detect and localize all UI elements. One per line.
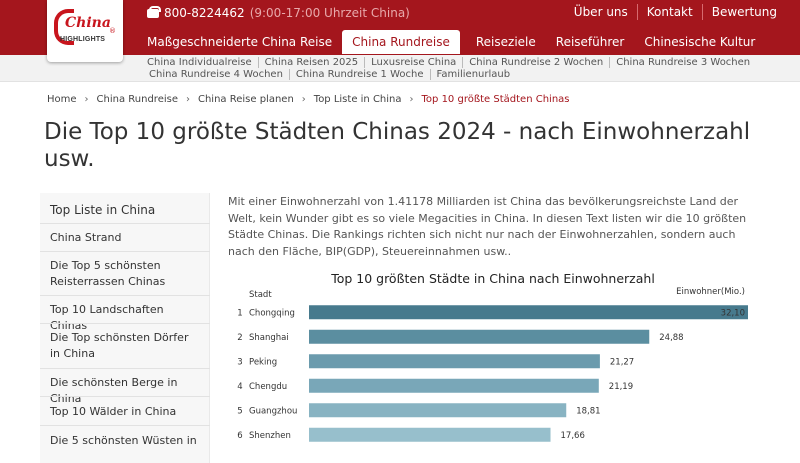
breadcrumb-current: Top 10 größte Städten Chinas — [421, 94, 570, 105]
value-label: 21,19 — [609, 382, 633, 392]
intro-paragraph: Mit einer Einwohnerzahl von 1.41178 Mill… — [228, 195, 747, 258]
subnav-link[interactable]: China Rundreise 4 Wochen — [148, 69, 289, 80]
phone-icon — [147, 5, 161, 18]
breadcrumb: Home › China Rundreise › China Reise pla… — [47, 94, 570, 105]
divider — [40, 323, 210, 324]
bar — [309, 354, 600, 369]
sidebar-item-doerfer[interactable]: Die Top schönsten Dörfer in China — [50, 330, 200, 362]
city-label: Guangzhou — [249, 406, 297, 416]
page-title: Die Top 10 größte Städten Chinas 2024 - … — [44, 119, 751, 172]
chart-svg: Top 10 größten Städte in China nach Einw… — [237, 271, 748, 442]
link-bewertung[interactable]: Bewertung — [701, 4, 786, 20]
city-label: Chengdu — [249, 382, 287, 392]
contact-info: 800-8224462 (9:00-17:00 Uhrzeit China) — [147, 5, 410, 21]
breadcrumb-china-rundreise[interactable]: China Rundreise — [97, 94, 178, 105]
divider — [40, 396, 210, 397]
rank-label: 3 — [237, 357, 242, 367]
rank-label: 4 — [237, 382, 242, 392]
subnav-link[interactable]: Luxusreise China — [364, 57, 462, 68]
logo-brand-top: China — [65, 15, 111, 31]
top-links: Über uns Kontakt Bewertung — [565, 4, 786, 20]
city-label: Peking — [249, 357, 277, 367]
sidebar: Top Liste in China China Strand Die Top … — [40, 193, 210, 463]
sidebar-item-berge[interactable]: Die schönsten Berge in China — [50, 375, 200, 407]
logo-brand-bottom: HIGHLIGHTS — [60, 36, 106, 43]
subnav-row-1: China Individualreise China Reisen 2025 … — [146, 57, 756, 68]
link-ueber-uns[interactable]: Über uns — [565, 4, 637, 20]
subnav-link[interactable]: China Reisen 2025 — [257, 57, 365, 68]
breadcrumb-home[interactable]: Home — [47, 94, 77, 105]
china-highlights-logo[interactable]: China HIGHLIGHTS ® — [47, 0, 123, 62]
divider — [40, 425, 210, 426]
value-label: 24,88 — [659, 333, 683, 343]
sidebar-item-wuesten[interactable]: Die 5 schönsten Wüsten in — [50, 433, 200, 449]
sidebar-item-waelder[interactable]: Top 10 Wälder in China — [50, 404, 200, 420]
main-navigation: Maßgeschneiderte China Reise China Rundr… — [137, 30, 765, 54]
sidebar-item-reisterrassen[interactable]: Die Top 5 schönsten Reisterrassen Chinas — [50, 258, 200, 290]
bar — [309, 427, 551, 442]
value-header: Einwohner(Mio.) — [676, 287, 745, 297]
breadcrumb-reise-planen[interactable]: China Reise planen — [198, 94, 294, 105]
subnav-link[interactable]: China Rundreise 2 Wochen — [462, 57, 609, 68]
chevron-right-icon: › — [301, 94, 306, 105]
divider — [40, 295, 210, 296]
nav-chinesische-kultur[interactable]: Chinesische Kultur — [634, 30, 765, 54]
rank-label: 1 — [237, 308, 242, 318]
nav-reisefuehrer[interactable]: Reiseführer — [546, 30, 635, 54]
sidebar-title: Top Liste in China — [50, 203, 156, 217]
category-header: Stadt — [249, 290, 272, 300]
city-label: Shanghai — [249, 333, 289, 343]
phone-number[interactable]: 800-8224462 — [164, 6, 245, 20]
subnav-row-2: China Rundreise 4 Wochen China Rundreise… — [148, 69, 516, 80]
subnav-link[interactable]: China Rundreise 3 Wochen — [609, 57, 756, 68]
sidebar-item-china-strand[interactable]: China Strand — [50, 230, 200, 246]
bar — [309, 403, 567, 418]
rank-label: 2 — [237, 333, 242, 343]
value-label: 17,66 — [561, 431, 585, 441]
logo-registered-mark: ® — [109, 27, 116, 35]
link-kontakt[interactable]: Kontakt — [636, 4, 702, 20]
city-label: Shenzhen — [249, 431, 291, 441]
bar — [309, 378, 599, 393]
divider — [40, 368, 210, 369]
value-label: 32,10 — [721, 308, 745, 318]
office-hours: (9:00-17:00 Uhrzeit China) — [249, 6, 410, 20]
bar — [309, 305, 748, 320]
nav-massgeschneiderte-reise[interactable]: Maßgeschneiderte China Reise — [137, 30, 342, 54]
subnav-link[interactable]: China Individualreise — [146, 57, 258, 68]
subnav-link[interactable]: China Rundreise 1 Woche — [288, 69, 430, 80]
population-bar-chart: Top 10 größten Städte in China nach Einw… — [228, 262, 758, 450]
divider — [40, 251, 210, 252]
nav-reiseziele[interactable]: Reiseziele — [466, 30, 546, 54]
subnav-link[interactable]: Familienurlaub — [429, 69, 517, 80]
chevron-right-icon: › — [84, 94, 89, 105]
city-label: Chongqing — [249, 308, 295, 318]
divider — [40, 223, 210, 224]
value-label: 18,81 — [576, 406, 600, 416]
chevron-right-icon: › — [409, 94, 414, 105]
chevron-right-icon: › — [185, 94, 190, 105]
rank-label: 6 — [237, 431, 242, 441]
nav-china-rundreise[interactable]: China Rundreise — [342, 30, 460, 54]
value-label: 21,27 — [610, 357, 634, 367]
bar — [309, 329, 650, 344]
breadcrumb-top-liste[interactable]: Top Liste in China — [314, 94, 402, 105]
chart-title: Top 10 größten Städte in China nach Einw… — [330, 271, 655, 286]
rank-label: 5 — [237, 406, 242, 416]
